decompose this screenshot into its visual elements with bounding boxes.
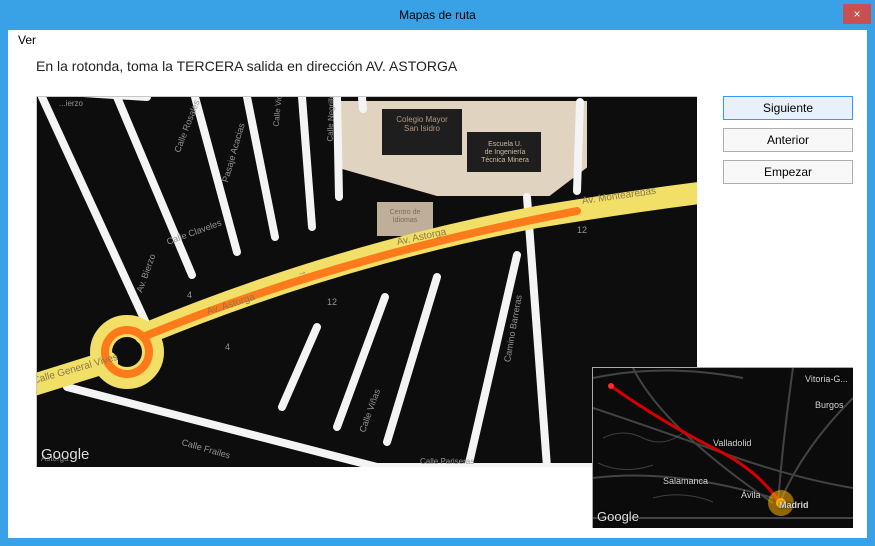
arrow-icon: → [636, 189, 647, 201]
label-bierzo-small: ...ierzo [59, 99, 83, 108]
overview-roads [593, 368, 853, 528]
city-burgos: Burgos [815, 400, 844, 410]
city-vitoria: Vitoria-G... [805, 374, 848, 384]
menu-bar: Ver [8, 30, 867, 54]
next-button[interactable]: Siguiente [723, 96, 853, 120]
window-close-button[interactable]: × [843, 4, 871, 24]
google-logo-overview: Google [597, 509, 639, 524]
start-button[interactable]: Empezar [723, 160, 853, 184]
window-title: Mapas de ruta [399, 8, 476, 22]
app-window: Mapas de ruta × Ver En la rotonda, toma … [0, 0, 875, 546]
instruction-text: En la rotonda, toma la TERCERA salida en… [36, 58, 853, 74]
layout: Colegio Mayor San Isidro Escuela U. de I… [36, 96, 853, 528]
city-madrid: Madrid [779, 500, 809, 510]
content: En la rotonda, toma la TERCERA salida en… [8, 52, 867, 538]
num-12a: 12 [327, 297, 337, 307]
city-avila: Ávila [741, 490, 761, 500]
menu-ver[interactable]: Ver [12, 32, 42, 48]
sidebar: Siguiente Anterior Empezar [723, 96, 853, 184]
google-logo: Google [41, 446, 89, 463]
label-negrillos: Calle Negrillos [326, 96, 337, 142]
label-pariseras: Calle Pariseras [420, 457, 474, 466]
num-12b: 12 [577, 225, 587, 235]
arrow-icon: → [486, 224, 498, 237]
num-4a: 4 [187, 290, 192, 300]
city-valladolid: Valladolid [713, 438, 751, 448]
titlebar: Mapas de ruta × [1, 1, 874, 29]
num-4b: 4 [225, 342, 230, 352]
client-area: Ver En la rotonda, toma la TERCERA salid… [8, 30, 867, 538]
prev-button[interactable]: Anterior [723, 128, 853, 152]
map-overview[interactable]: Madrid Valladolid Salamanca Burgos Ávila… [592, 367, 853, 528]
city-salamanca: Salamanca [663, 476, 708, 486]
